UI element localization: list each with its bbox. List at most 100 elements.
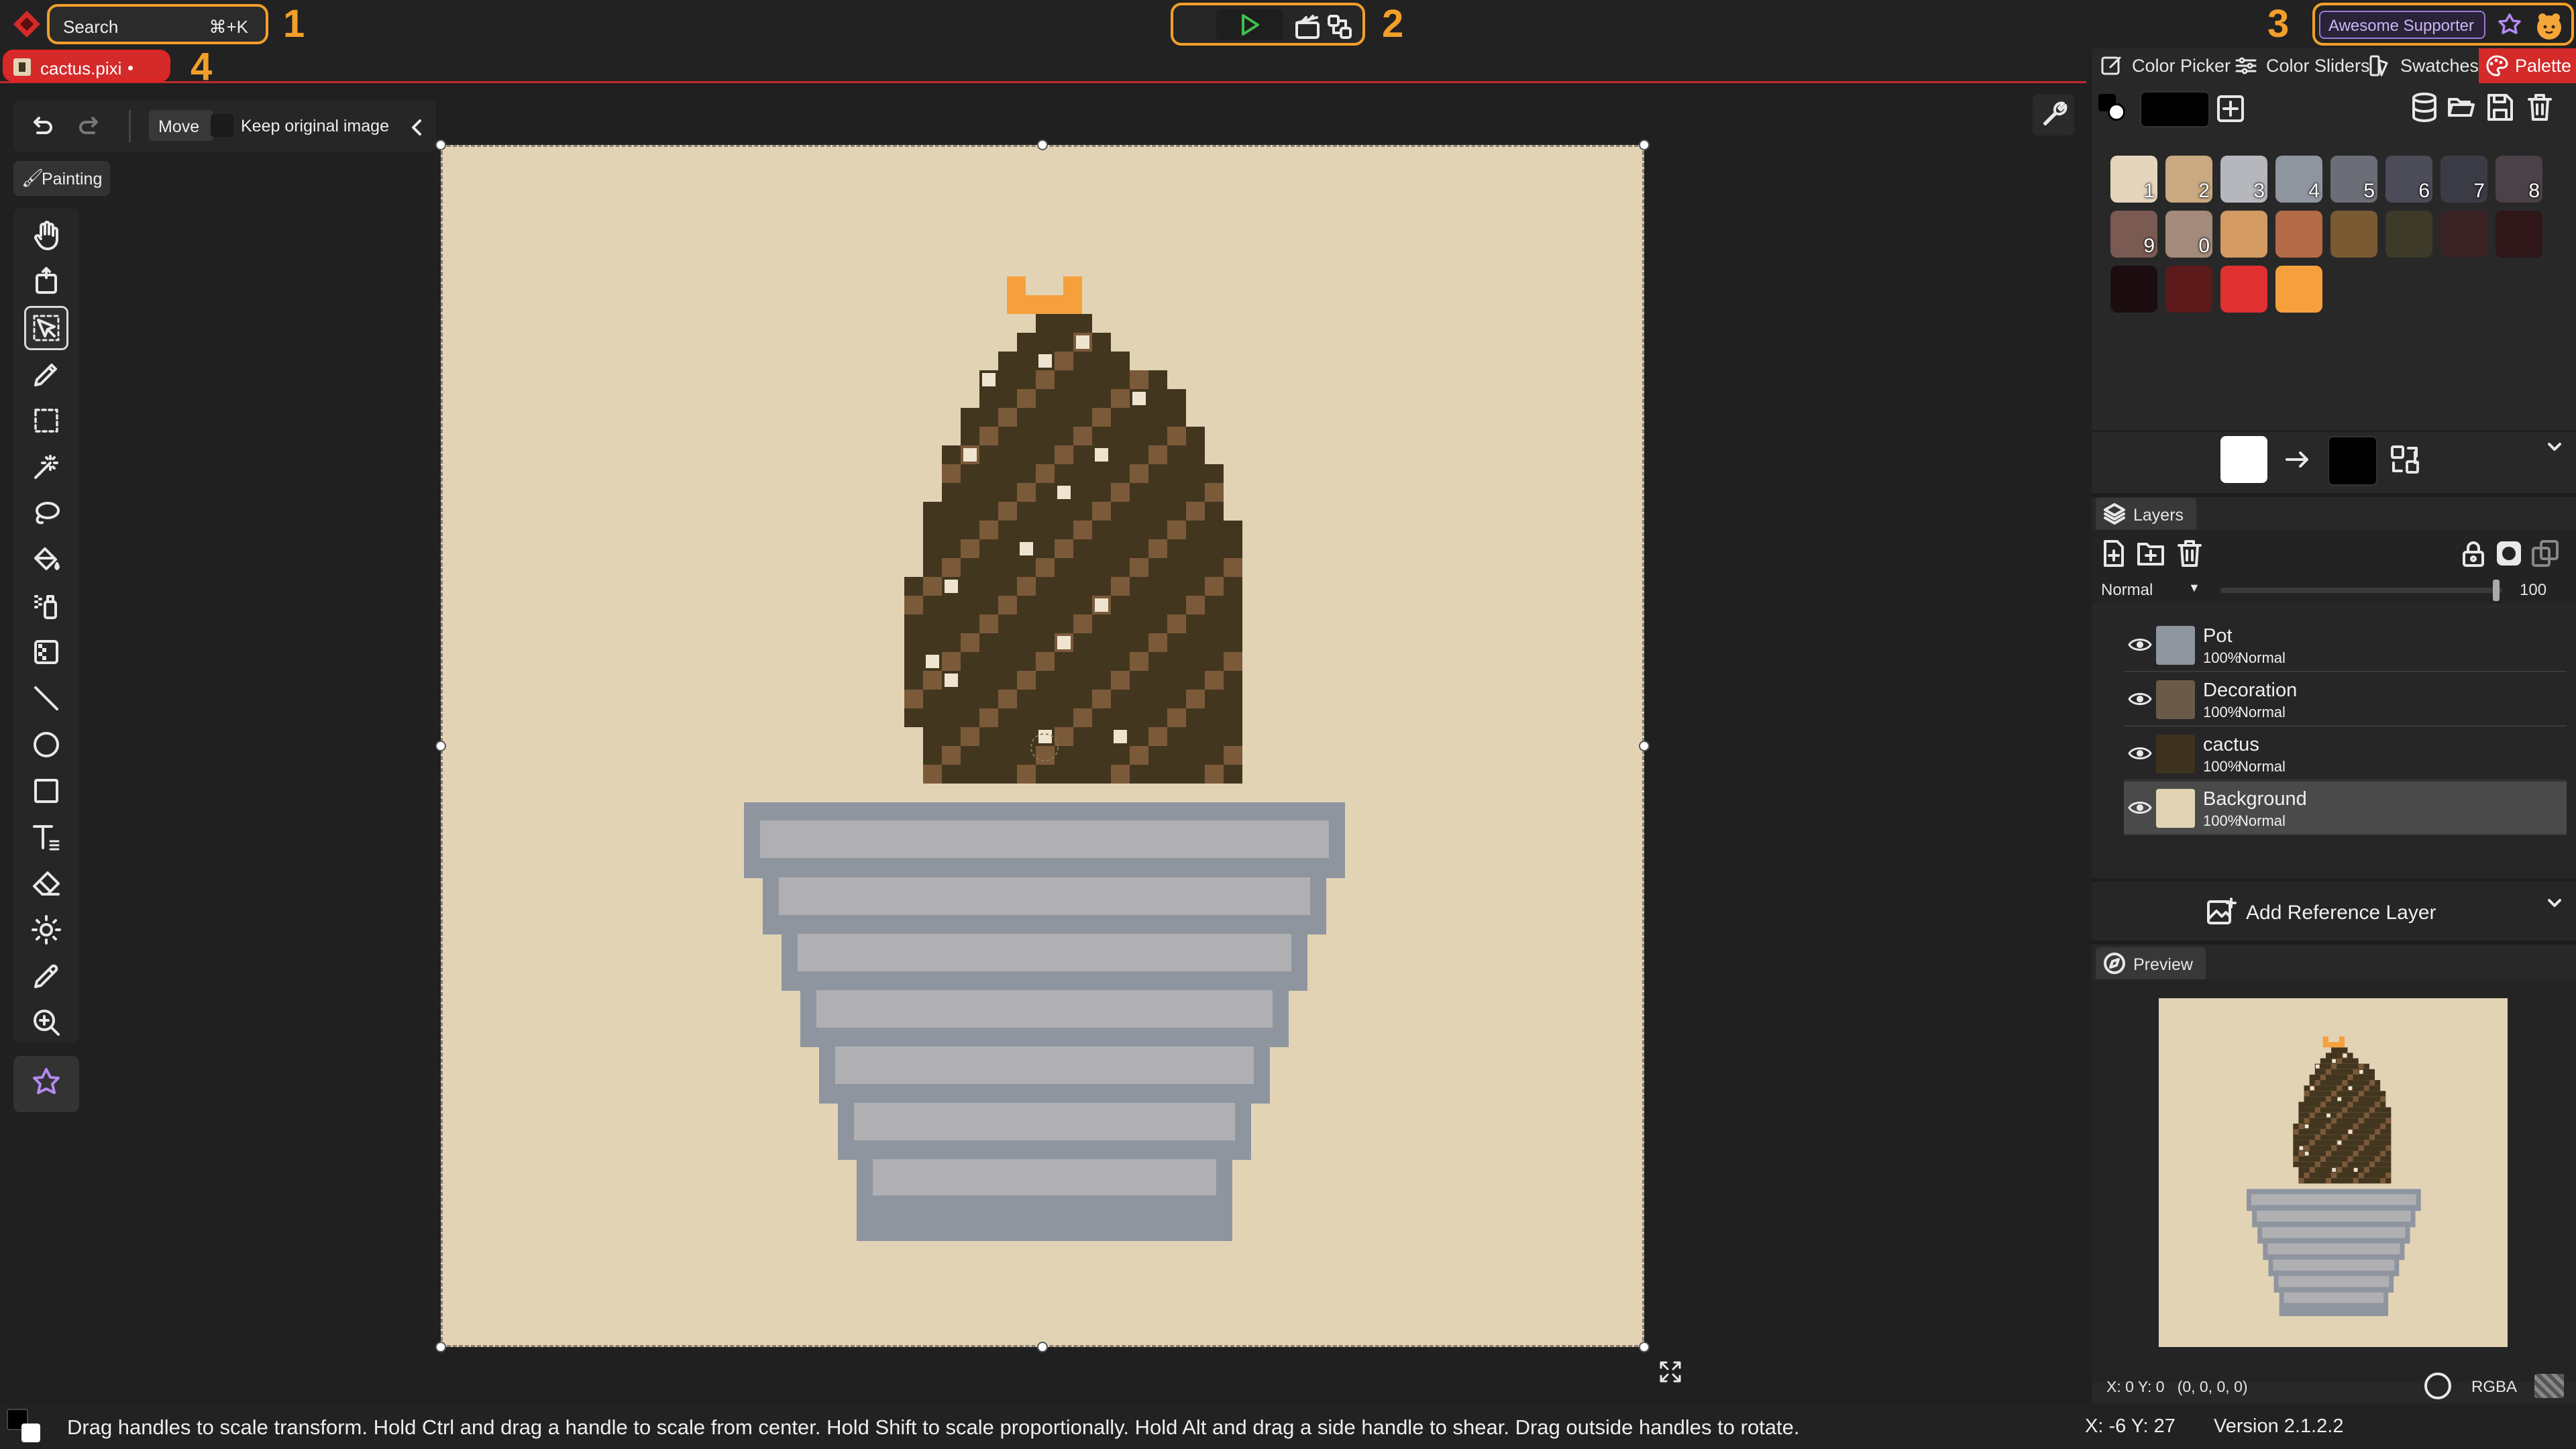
layer-row[interactable]: cactus 100% Normal [2124, 727, 2567, 781]
keep-original-checkbox[interactable] [211, 114, 233, 137]
palette-swatch[interactable]: 8 [2496, 156, 2542, 203]
tab-color-picker[interactable]: Color Picker [2100, 48, 2231, 83]
rectangle-icon[interactable] [28, 772, 65, 810]
transform-pivot-icon[interactable] [1657, 1358, 1684, 1385]
palette-swatch[interactable] [2330, 211, 2377, 258]
delete-layer-button[interactable] [2175, 539, 2204, 568]
palette-swatch[interactable]: 5 [2330, 156, 2377, 203]
lasso-icon[interactable] [28, 494, 65, 532]
transparency-toggle-icon[interactable] [2534, 1374, 2564, 1398]
blend-mode-select[interactable]: Normal ▼ [2098, 577, 2206, 604]
canvas-area[interactable] [441, 145, 1644, 1347]
secondary-color-swatch[interactable] [2328, 436, 2377, 486]
opacity-slider[interactable] [2220, 580, 2502, 601]
palette-swatch[interactable]: 2 [2165, 156, 2212, 203]
palette-swatch[interactable] [2496, 211, 2542, 258]
opacity-value[interactable]: 100 [2520, 581, 2546, 600]
node-graph-icon[interactable] [1326, 13, 1353, 40]
ellipse-icon[interactable] [28, 726, 65, 763]
palette-swatch[interactable] [2220, 266, 2267, 313]
palette-swatch[interactable]: 7 [2440, 156, 2487, 203]
app-logo[interactable] [12, 9, 42, 39]
add-color-button[interactable] [2216, 94, 2245, 123]
palette-swatch[interactable]: 0 [2165, 211, 2212, 258]
opacity-slider-handle[interactable] [2493, 580, 2500, 601]
palette-swatch[interactable] [2275, 211, 2322, 258]
move-button[interactable]: Move [149, 110, 213, 141]
eraser-icon[interactable] [28, 865, 65, 902]
tab-color-sliders[interactable]: Color Sliders [2234, 48, 2370, 83]
new-layer-button[interactable] [2098, 539, 2128, 568]
layer-row[interactable]: Background 100% Normal [2124, 782, 2567, 835]
transform-handle[interactable] [1037, 140, 1048, 150]
collapse-options-button[interactable] [402, 114, 432, 141]
search-bar[interactable]: Search ⌘+K [47, 4, 268, 44]
transform-handle[interactable] [1639, 1342, 1650, 1352]
bucket-fill-icon[interactable] [28, 541, 65, 578]
palette-swatch[interactable] [2165, 266, 2212, 313]
palette-open-icon[interactable] [2445, 91, 2477, 123]
magic-wand-icon[interactable] [28, 448, 65, 486]
preview-tab[interactable]: Preview [2096, 947, 2206, 979]
mask-layer-icon[interactable] [2494, 539, 2524, 568]
layer-row[interactable]: Pot 100% Normal [2124, 619, 2567, 672]
extensions-tool-button[interactable] [13, 1056, 79, 1112]
brightness-icon[interactable] [28, 911, 65, 949]
eye-icon[interactable] [2128, 797, 2152, 818]
palette-swatch[interactable] [2110, 266, 2157, 313]
play-button[interactable] [1216, 9, 1283, 40]
eye-icon[interactable] [2128, 743, 2152, 764]
settings-wrench-button[interactable] [2033, 94, 2074, 136]
dither-icon[interactable] [28, 633, 65, 671]
transform-handle[interactable] [1639, 741, 1650, 751]
new-folder-button[interactable] [2136, 539, 2165, 568]
transform-handle[interactable] [1037, 1342, 1048, 1352]
color-mode-label[interactable]: RGBA [2471, 1378, 2517, 1397]
palette-swatch[interactable] [2440, 211, 2487, 258]
current-color-swatch[interactable] [2140, 91, 2210, 127]
layer-row[interactable]: Decoration 100% Normal [2124, 673, 2567, 727]
palette-save-icon[interactable] [2483, 91, 2516, 123]
primary-secondary-mini[interactable] [2098, 94, 2131, 126]
user-avatar[interactable] [2533, 9, 2565, 42]
supporter-badge[interactable]: Awesome Supporter [2319, 11, 2485, 39]
swap-colors-icon[interactable] [2388, 443, 2422, 476]
transform-handle[interactable] [435, 140, 446, 150]
move-viewport-icon[interactable] [28, 263, 65, 301]
swap-arrow-icon[interactable] [2283, 446, 2312, 473]
eye-icon[interactable] [2128, 688, 2152, 710]
transform-handle[interactable] [435, 741, 446, 751]
select-transform-icon[interactable] [28, 309, 65, 347]
lock-layer-icon[interactable] [2459, 539, 2488, 568]
color-picker-icon[interactable] [28, 957, 65, 995]
clapperboard-icon[interactable] [1294, 13, 1321, 40]
painting-mode-badge[interactable]: 🖌 Painting [13, 161, 110, 196]
palette-swatch[interactable] [2275, 266, 2322, 313]
rectangle-select-icon[interactable] [28, 402, 65, 439]
undo-button[interactable] [28, 113, 55, 140]
palette-swatch[interactable]: 9 [2110, 211, 2157, 258]
layers-tab[interactable]: Layers [2096, 498, 2196, 530]
palette-delete-icon[interactable] [2524, 91, 2556, 123]
palette-swatch[interactable]: 3 [2220, 156, 2267, 203]
merge-layer-icon[interactable] [2530, 539, 2560, 568]
tab-palette[interactable]: Palette [2479, 48, 2576, 83]
redo-button[interactable] [76, 113, 103, 140]
eye-icon[interactable] [2128, 634, 2152, 655]
preview-image[interactable] [2159, 998, 2508, 1347]
palette-swatch[interactable]: 1 [2110, 156, 2157, 203]
transform-handle[interactable] [1639, 140, 1650, 150]
palette-swatch[interactable] [2220, 211, 2267, 258]
collapse-color-chevron-icon[interactable] [2544, 436, 2565, 458]
palette-swatch[interactable]: 4 [2275, 156, 2322, 203]
zoom-icon[interactable] [28, 1004, 65, 1041]
transform-handle[interactable] [435, 1342, 446, 1352]
extensions-icon[interactable] [2495, 11, 2524, 40]
palette-database-icon[interactable] [2408, 91, 2440, 123]
pen-icon[interactable] [28, 356, 65, 393]
file-tab[interactable]: cactus.pixi • [3, 50, 170, 82]
color-mode-circle-icon[interactable] [2424, 1373, 2451, 1399]
palette-swatch[interactable] [2385, 211, 2432, 258]
add-reference-layer-button[interactable]: Add Reference Layer [2092, 887, 2576, 939]
line-icon[interactable] [28, 680, 65, 717]
